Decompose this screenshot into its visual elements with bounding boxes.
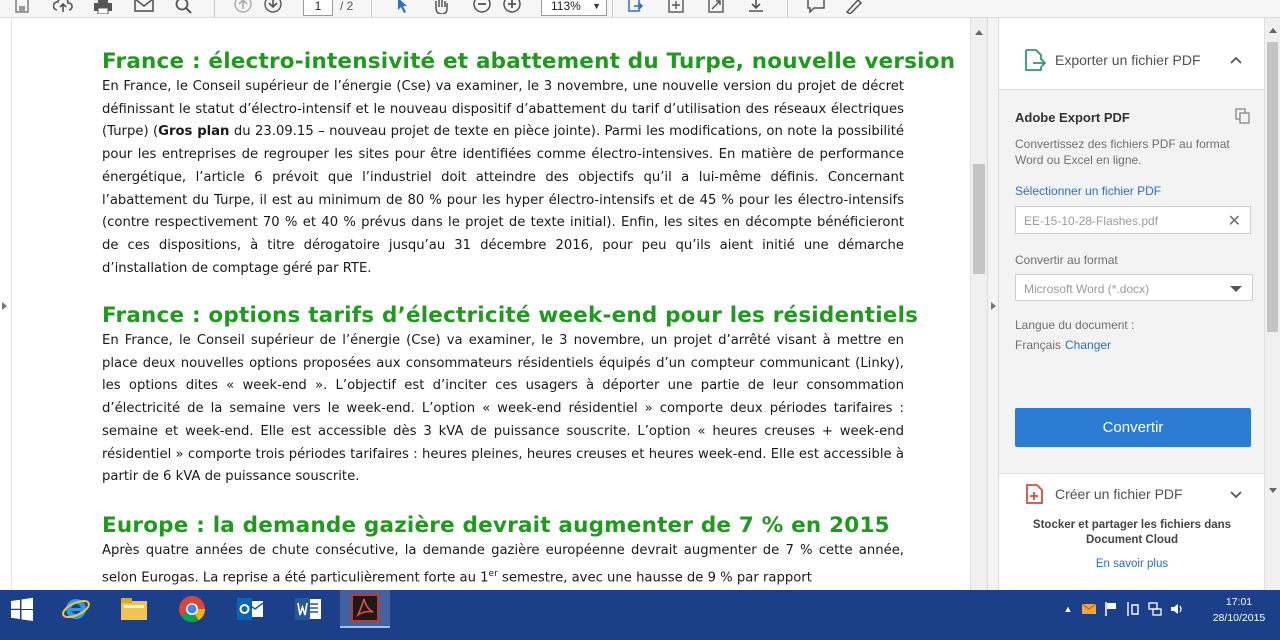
volume-icon[interactable] bbox=[1166, 602, 1188, 616]
flag-icon[interactable] bbox=[1100, 602, 1122, 616]
article-title: France : électro-intensivité et abatteme… bbox=[102, 49, 956, 74]
create-pdf-icon bbox=[1025, 484, 1045, 509]
language-label: Langue du document : bbox=[1015, 318, 1135, 332]
toolbar-separator bbox=[787, 0, 788, 17]
word-icon[interactable] bbox=[284, 590, 332, 628]
language-value: Français bbox=[1015, 338, 1062, 352]
zoom-in-icon[interactable] bbox=[501, 0, 523, 16]
arrow-down-icon[interactable] bbox=[262, 0, 284, 16]
article-title: France : options tarifs d’électricité we… bbox=[102, 303, 919, 328]
toolbar-separator bbox=[612, 0, 613, 17]
chevron-right-icon bbox=[991, 302, 996, 310]
chrome-icon[interactable] bbox=[168, 590, 216, 628]
scroll-up-icon[interactable] bbox=[1269, 28, 1277, 33]
arrow-up-icon[interactable] bbox=[232, 0, 254, 16]
battery-icon[interactable] bbox=[1122, 602, 1144, 616]
clock[interactable]: 17:01 28/10/2015 bbox=[1204, 594, 1274, 626]
article-body: En France, le Conseil supérieur de l’éne… bbox=[102, 79, 905, 276]
fit-page-icon[interactable] bbox=[665, 0, 687, 16]
chevron-down-icon[interactable] bbox=[1229, 487, 1243, 505]
save-icon[interactable] bbox=[12, 0, 32, 16]
comment-icon[interactable] bbox=[805, 0, 827, 16]
tools-panel: Exporter un fichier PDF Adobe Export PDF… bbox=[998, 18, 1264, 590]
change-language-link[interactable]: Changer bbox=[1065, 338, 1111, 352]
cloud-text: Stocker et partager les fichiers dans Do… bbox=[1032, 519, 1232, 546]
select-cursor-icon[interactable] bbox=[393, 0, 413, 16]
file-field[interactable]: EE-15-10-28-Flashes.pdf ✕ bbox=[1015, 206, 1251, 234]
toolbar-separator bbox=[371, 0, 372, 17]
mail-tray-icon[interactable] bbox=[1078, 604, 1100, 614]
acrobat-reader-icon[interactable] bbox=[340, 590, 390, 628]
format-value: Microsoft Word (*.docx) bbox=[1024, 282, 1150, 296]
left-panel-toggle[interactable] bbox=[0, 18, 12, 590]
document-cloud-promo: Stocker et partager les fichiers dans Do… bbox=[999, 508, 1264, 590]
article: Europe : la demande gazière devrait augm… bbox=[102, 512, 904, 590]
sign-icon[interactable] bbox=[843, 0, 865, 16]
document-scrollbar[interactable] bbox=[970, 18, 987, 590]
system-tray: ▲ bbox=[1058, 590, 1188, 628]
scrollbar-thumb[interactable] bbox=[1267, 42, 1278, 332]
search-icon[interactable] bbox=[173, 0, 195, 16]
hand-icon[interactable] bbox=[430, 0, 452, 16]
chevron-down-icon bbox=[1230, 286, 1242, 292]
chevron-up-icon[interactable]: ▲ bbox=[1058, 604, 1078, 614]
page-number-input[interactable]: 1 bbox=[303, 0, 333, 16]
article: France : options tarifs d’électricité we… bbox=[102, 302, 919, 489]
create-pdf-title: Créer un fichier PDF bbox=[1055, 486, 1183, 502]
copy-icon[interactable] bbox=[1235, 108, 1251, 129]
chevron-up-icon[interactable] bbox=[1229, 52, 1243, 70]
clock-date: 28/10/2015 bbox=[1212, 612, 1266, 624]
article: France : électro-intensivité et abatteme… bbox=[102, 48, 956, 280]
chevron-down-icon: ▼ bbox=[592, 1, 601, 11]
zoom-value: 113% bbox=[551, 0, 581, 13]
article-body: En France, le Conseil supérieur de l’éne… bbox=[102, 333, 904, 485]
toolbar: 1 / 2 113% ▼ bbox=[0, 0, 1280, 18]
print-icon[interactable] bbox=[92, 0, 114, 16]
article-title: Europe : la demande gazière devrait augm… bbox=[102, 513, 890, 538]
mail-icon[interactable] bbox=[133, 0, 155, 16]
convert-button[interactable]: Convertir bbox=[1015, 408, 1251, 447]
outlook-icon[interactable] bbox=[226, 590, 274, 628]
internet-explorer-icon[interactable] bbox=[52, 590, 100, 628]
convert-format-label: Convertir au format bbox=[1015, 253, 1118, 267]
document-view: France : électro-intensivité et abatteme… bbox=[12, 18, 970, 590]
panel-scrollbar[interactable] bbox=[1264, 18, 1280, 590]
clock-time: 17:01 bbox=[1225, 596, 1253, 608]
export-description: Convertissez des fichiers PDF au format … bbox=[1015, 137, 1230, 167]
create-pdf-header[interactable]: Créer un fichier PDF bbox=[999, 473, 1264, 513]
zoom-select[interactable]: 113% ▼ bbox=[541, 0, 607, 16]
file-explorer-icon[interactable] bbox=[110, 590, 158, 628]
scrollbar-thumb[interactable] bbox=[973, 164, 985, 274]
export-pdf-title: Exporter un fichier PDF bbox=[1055, 52, 1201, 68]
upload-icon[interactable] bbox=[52, 0, 74, 16]
format-select[interactable]: Microsoft Word (*.docx) bbox=[1015, 274, 1253, 301]
network-icon[interactable] bbox=[1144, 602, 1166, 616]
zoom-out-icon[interactable] bbox=[471, 0, 493, 16]
export-pdf-icon bbox=[1024, 49, 1047, 76]
export-pdf-header[interactable]: Exporter un fichier PDF bbox=[999, 18, 1264, 90]
file-name: EE-15-10-28-Flashes.pdf bbox=[1024, 214, 1159, 228]
scroll-mode-icon[interactable] bbox=[745, 0, 767, 16]
right-panel-toggle[interactable] bbox=[987, 18, 998, 590]
chevron-right-icon bbox=[2, 302, 7, 310]
scroll-down-icon[interactable] bbox=[1269, 488, 1277, 493]
select-pdf-link[interactable]: Sélectionner un fichier PDF bbox=[1015, 184, 1161, 198]
toolbar-separator bbox=[214, 0, 215, 17]
article-body: Après quatre années de chute consécutive… bbox=[102, 543, 904, 586]
taskbar: ▲ 17:01 28/10/2015 bbox=[0, 590, 1280, 640]
fullscreen-icon[interactable] bbox=[705, 0, 727, 16]
windows-start-icon[interactable] bbox=[0, 590, 44, 628]
learn-more-link[interactable]: En savoir plus bbox=[999, 558, 1264, 570]
scroll-up-icon[interactable] bbox=[975, 30, 983, 35]
adobe-export-title: Adobe Export PDF bbox=[1015, 110, 1130, 125]
page-total: / 2 bbox=[340, 0, 354, 13]
close-icon[interactable]: ✕ bbox=[1228, 211, 1241, 231]
page-export-icon[interactable] bbox=[624, 0, 646, 16]
